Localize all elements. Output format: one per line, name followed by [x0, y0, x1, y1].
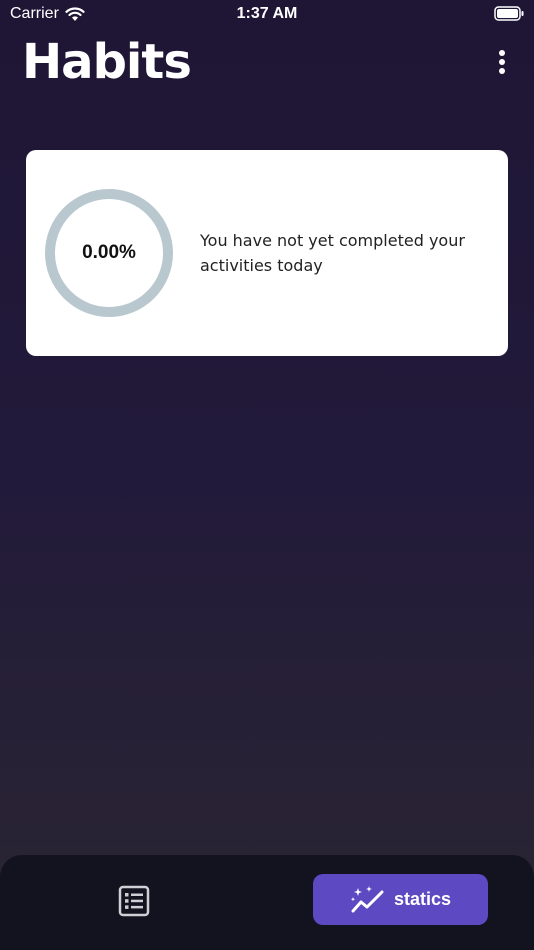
battery-icon [494, 6, 524, 26]
progress-message: You have not yet completed your activiti… [200, 231, 465, 275]
nav-statics-button[interactable]: statics [313, 874, 488, 925]
status-time: 1:37 AM [236, 5, 298, 22]
status-bar: Carrier 1:37 AM [0, 0, 534, 28]
progress-percentage: 0.00% [82, 242, 136, 263]
bottom-nav: statics [0, 855, 534, 950]
sparkle-chart-icon [350, 885, 384, 912]
nav-statics-label: statics [393, 889, 452, 909]
page-title: Habits [22, 34, 192, 90]
more-options-button[interactable] [488, 48, 516, 76]
list-icon [118, 885, 150, 917]
header: Habits [0, 28, 534, 98]
daily-progress-card: 0.00% You have not yet completed your ac… [26, 150, 508, 356]
nav-habits-list-button[interactable] [112, 879, 156, 923]
more-vertical-icon [499, 50, 505, 74]
